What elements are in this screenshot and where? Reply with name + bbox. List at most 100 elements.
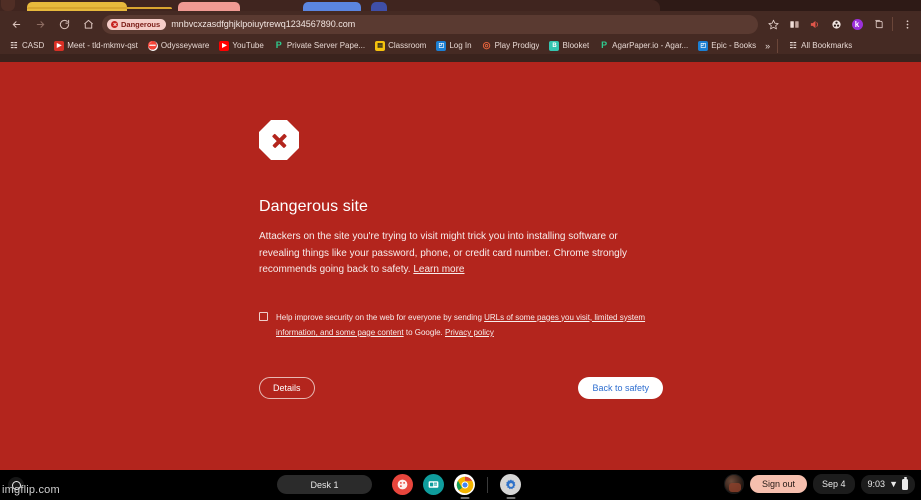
- details-button[interactable]: Details: [259, 376, 315, 399]
- shelf-app-gallery[interactable]: [423, 474, 444, 495]
- bookmark-label: Odysseyware: [160, 41, 210, 50]
- bookmark-play-prodigy[interactable]: ◎ Play Prodigy: [477, 40, 545, 52]
- shelf-app-settings[interactable]: [500, 474, 521, 495]
- prodigy-icon: ◎: [482, 40, 491, 50]
- bookmarks-overflow-button[interactable]: »: [761, 41, 774, 51]
- profile-avatar-button[interactable]: [1, 0, 15, 11]
- chromeos-shelf: imgflip.com Desk 1 Sign out Sep 4 9:03 ▼: [0, 470, 921, 500]
- tab-stub-3[interactable]: [303, 2, 361, 11]
- toolbar-actions: k: [763, 14, 917, 34]
- shelf-app-chrome[interactable]: [454, 474, 475, 495]
- tab-strip[interactable]: [0, 0, 921, 11]
- home-button[interactable]: [76, 13, 100, 35]
- bookmark-label: CASD: [22, 41, 45, 50]
- address-bar[interactable]: Dangerous mnbvcxzasdfghjklpoiuytrewq1234…: [102, 14, 758, 34]
- back-button[interactable]: [4, 13, 28, 35]
- odysseyware-icon: ⛔: [147, 40, 158, 51]
- sign-out-button[interactable]: Sign out: [749, 475, 808, 493]
- bookmark-label: Meet - tld-mkmv-qst: [67, 41, 138, 50]
- clever-icon: ◰: [436, 40, 447, 51]
- shelf-status-area: Sign out Sep 4 9:03 ▼: [723, 474, 915, 494]
- octagon-x-error-icon: [259, 120, 299, 160]
- screen-root: Dangerous mnbvcxzasdfghjklpoiuytrewq1234…: [0, 0, 921, 500]
- shelf-app-list: [392, 474, 521, 495]
- google-classroom-icon: ▤: [375, 40, 386, 51]
- status-tray-button[interactable]: 9:03 ▼: [860, 474, 915, 494]
- agarpaper-icon: P: [601, 40, 608, 50]
- bookmark-label: Blooket: [562, 41, 590, 50]
- reload-button[interactable]: [52, 13, 76, 35]
- split-view-icon[interactable]: [784, 14, 804, 34]
- reporting-optin-text: Help improve security on the web for eve…: [276, 310, 654, 341]
- bookmark-label: YouTube: [232, 41, 264, 50]
- tab-stub-4[interactable]: [371, 2, 387, 11]
- battery-icon: [902, 476, 908, 490]
- date-label: Sep 4: [822, 479, 846, 489]
- imgflip-watermark: imgflip.com: [2, 484, 60, 496]
- youtube-icon: ▶: [219, 40, 230, 51]
- page-content: Dangerous site Attackers on the site you…: [0, 62, 921, 470]
- reporting-optin[interactable]: Help improve security on the web for eve…: [259, 310, 669, 341]
- browser-toolbar: Dangerous mnbvcxzasdfghjklpoiuytrewq1234…: [0, 11, 921, 37]
- warning-paragraph: Attackers on the site you're trying to v…: [259, 229, 641, 279]
- extensions-puzzle-icon[interactable]: [826, 14, 846, 34]
- forward-button[interactable]: [28, 13, 52, 35]
- bookmark-odysseyware[interactable]: ⛔ Odysseyware: [143, 40, 214, 52]
- reporting-checkbox[interactable]: [259, 311, 268, 321]
- bookmark-private-server-paper[interactable]: P Private Server Pape...: [269, 40, 370, 52]
- shelf-divider: [487, 476, 488, 493]
- optin-text-1: Help improve security on the web for eve…: [276, 312, 485, 322]
- media-cast-icon[interactable]: [805, 14, 825, 34]
- bookmark-label: Play Prodigy: [494, 41, 540, 50]
- bookmark-label: AgarPaper.io - Agar...: [612, 41, 689, 50]
- tab-stub-2[interactable]: [178, 2, 240, 11]
- security-status-label: Dangerous: [121, 19, 161, 29]
- bookmark-epic-books[interactable]: ◰ Epic - Books: [693, 40, 761, 52]
- page-title: Dangerous site: [259, 198, 369, 215]
- kick-extension-icon[interactable]: k: [847, 14, 867, 34]
- dangerous-icon: [111, 20, 118, 28]
- back-to-safety-button[interactable]: Back to safety: [578, 376, 663, 399]
- date-pill[interactable]: Sep 4: [813, 474, 855, 494]
- interstitial-actions: Details Back to safety: [259, 376, 663, 399]
- folder-icon: ☷: [789, 40, 797, 50]
- bookmark-blooket[interactable]: B Blooket: [544, 40, 594, 52]
- safe-browsing-interstitial: Dangerous site Attackers on the site you…: [259, 120, 669, 399]
- bookmarks-bar: ☷ CASD ▶ Meet - tld-mkmv-qst ⛔ Odysseywa…: [0, 37, 921, 54]
- kick-badge: k: [851, 18, 863, 30]
- tab-stub-1-underline: [27, 7, 172, 9]
- folder-icon: ☷: [10, 40, 18, 50]
- bookmark-classroom[interactable]: ▤ Classroom: [370, 40, 431, 52]
- toolbar-divider: [892, 17, 893, 31]
- bookmark-label: Private Server Pape...: [286, 41, 366, 50]
- bookmark-star-icon[interactable]: [763, 14, 783, 34]
- all-bookmarks-button[interactable]: ☷ All Bookmarks: [783, 40, 857, 52]
- bookmark-label: Log In: [449, 41, 472, 50]
- shelf-app-paint[interactable]: [392, 474, 413, 495]
- bookmark-meet[interactable]: ▶ Meet - tld-mkmv-qst: [49, 40, 143, 52]
- bookmark-log-in[interactable]: ◰ Log In: [431, 40, 476, 52]
- browser-window: Dangerous mnbvcxzasdfghjklpoiuytrewq1234…: [0, 0, 921, 470]
- url-text: mnbvcxzasdfghjklpoiuytrewq1234567890.com: [171, 19, 356, 29]
- bookmark-label: Classroom: [388, 41, 427, 50]
- user-avatar[interactable]: [723, 474, 744, 494]
- desk-label: Desk 1: [310, 479, 339, 490]
- chrome-menu-icon[interactable]: [897, 14, 917, 34]
- bookmark-youtube[interactable]: ▶ YouTube: [214, 40, 268, 52]
- bookmarks-divider: [777, 38, 779, 53]
- bookmark-label: Epic - Books: [711, 41, 757, 50]
- wifi-icon: ▼: [889, 478, 898, 489]
- privacy-policy-link[interactable]: Privacy policy: [445, 328, 494, 337]
- desk-switcher-button[interactable]: Desk 1: [277, 475, 372, 494]
- all-bookmarks-label: All Bookmarks: [801, 41, 853, 50]
- security-status-chip[interactable]: Dangerous: [107, 18, 167, 30]
- blooket-icon: B: [549, 40, 560, 51]
- clock-label: 9:03: [867, 479, 886, 489]
- bookmark-agarpaper[interactable]: P AgarPaper.io - Agar...: [594, 40, 693, 52]
- epic-books-icon: ◰: [698, 40, 709, 51]
- share-icon[interactable]: [868, 14, 888, 34]
- learn-more-link[interactable]: Learn more: [413, 264, 464, 275]
- prodigy-p-icon: P: [275, 40, 282, 50]
- optin-text-2: to Google.: [403, 328, 445, 337]
- bookmark-casd[interactable]: ☷ CASD: [4, 40, 49, 52]
